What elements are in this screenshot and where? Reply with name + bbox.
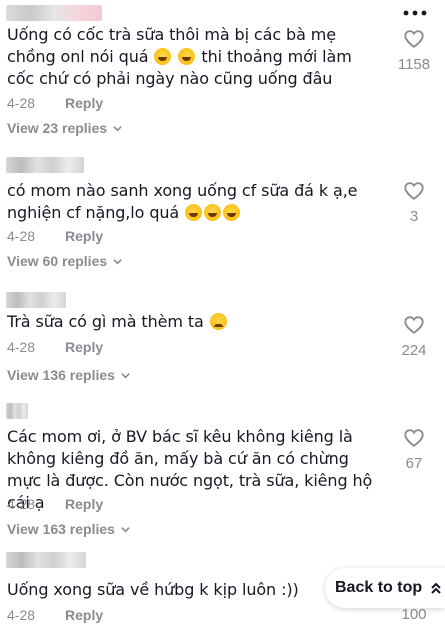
like-column: 3 xyxy=(384,180,444,225)
more-options-icon[interactable] xyxy=(403,8,427,18)
comment-text: có mom nào sanh xong uống cf sữa đá k ạ,… xyxy=(7,181,358,222)
back-to-top-button[interactable]: Back to top xyxy=(325,568,445,608)
rofl-emoji-icon xyxy=(223,204,241,221)
like-column: 1158 xyxy=(384,28,444,73)
double-chevron-up-icon xyxy=(431,582,441,594)
username-blurred xyxy=(6,157,84,173)
view-replies-button[interactable]: View 60 replies xyxy=(7,253,122,269)
reply-button[interactable]: Reply xyxy=(65,339,103,355)
like-count: 67 xyxy=(405,455,423,472)
like-count: 3 xyxy=(409,208,419,225)
comment-date: 4-28 xyxy=(7,496,36,512)
comment-date: 4-28 xyxy=(7,339,36,355)
username-blurred xyxy=(6,5,102,21)
rofl-emoji-icon xyxy=(178,48,196,65)
comment-date: 4-28 xyxy=(7,95,36,111)
heart-outline-icon[interactable] xyxy=(403,314,425,336)
comment-text: Uống có cốc trà sữa thôi mà bị các bà mẹ… xyxy=(7,25,352,88)
view-replies-button[interactable]: View 136 replies xyxy=(7,367,130,383)
rofl-emoji-icon xyxy=(154,48,172,65)
rofl-emoji-icon xyxy=(204,204,222,221)
heart-outline-icon[interactable] xyxy=(403,427,425,449)
heart-outline-icon[interactable] xyxy=(403,28,425,50)
slightly-frowning-emoji-icon xyxy=(209,313,227,330)
comment-date: 4-28 xyxy=(7,607,36,623)
like-column: 67 xyxy=(384,427,444,472)
username-blurred xyxy=(6,403,28,419)
heart-outline-icon[interactable] xyxy=(403,180,425,202)
view-replies-button[interactable]: View 23 replies xyxy=(7,120,122,136)
chevron-down-icon xyxy=(121,526,130,532)
reply-button[interactable]: Reply xyxy=(65,607,103,623)
rofl-emoji-icon xyxy=(185,204,203,221)
reply-button[interactable]: Reply xyxy=(65,228,103,244)
chevron-down-icon xyxy=(113,125,122,131)
chevron-down-icon xyxy=(113,258,122,264)
username-blurred xyxy=(6,552,86,568)
like-column: 100 xyxy=(384,606,444,623)
like-count: 1158 xyxy=(397,56,431,73)
like-count: 224 xyxy=(401,342,427,359)
chevron-down-icon xyxy=(121,372,130,378)
username-blurred xyxy=(6,292,66,308)
back-to-top-label: Back to top xyxy=(335,579,423,596)
reply-button[interactable]: Reply xyxy=(65,496,103,512)
comment-text: Trà sữa có gì mà thèm ta xyxy=(7,311,377,333)
comment-text: Uống xong sữa về hứbg k kịp luôn :)) xyxy=(7,580,299,599)
like-count: 100 xyxy=(401,606,427,623)
like-column: 224 xyxy=(384,314,444,359)
comment-date: 4-28 xyxy=(7,228,36,244)
reply-button[interactable]: Reply xyxy=(65,95,103,111)
view-replies-button[interactable]: View 163 replies xyxy=(7,521,130,537)
